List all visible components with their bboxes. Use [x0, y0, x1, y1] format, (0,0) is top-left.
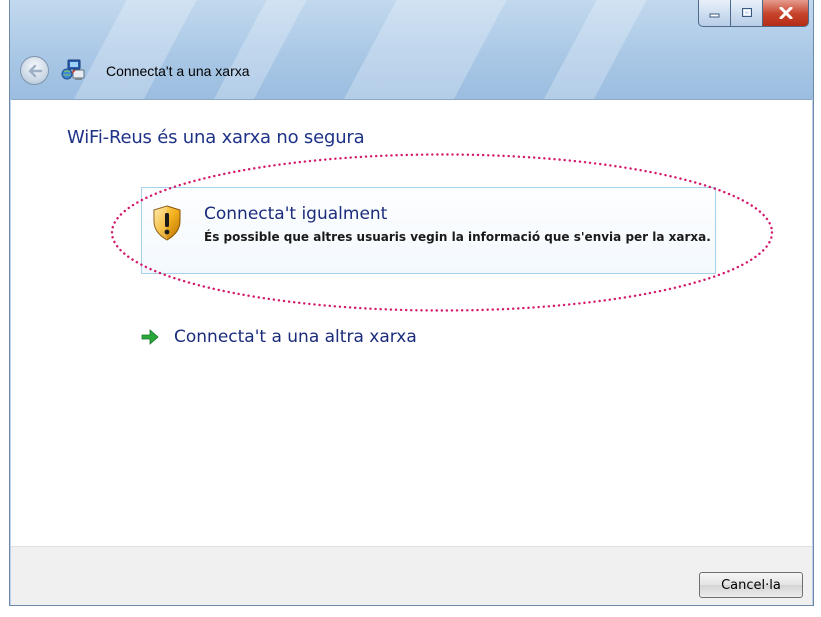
maximize-button[interactable]	[731, 0, 763, 27]
back-button[interactable]	[20, 56, 49, 85]
content-area: WiFi-Reus és una xarxa no segura Connect…	[11, 99, 812, 546]
connect-other-network-label: Connecta't a una altra xarxa	[174, 327, 417, 347]
network-icon	[61, 59, 85, 80]
connect-anyway-option[interactable]: Connecta't igualment És possible que alt…	[141, 187, 716, 274]
green-arrow-icon	[141, 329, 159, 345]
caption-buttons	[698, 0, 809, 27]
close-button[interactable]	[763, 0, 809, 27]
security-shield-icon	[153, 205, 181, 241]
cancel-button[interactable]: Cancel·la	[699, 572, 803, 598]
page-heading: WiFi-Reus és una xarxa no segura	[67, 127, 365, 148]
option-description: És possible que altres usuaris vegin la …	[204, 230, 711, 244]
navigation-row: Connecta't a una xarxa	[10, 52, 813, 90]
minimize-icon	[709, 13, 719, 17]
close-icon	[779, 6, 792, 19]
maximize-icon	[741, 8, 752, 17]
dialog-window: Connecta't a una xarxa WiFi-Reus és una …	[9, 0, 814, 606]
back-arrow-icon	[28, 64, 42, 77]
window-title: Connecta't a una xarxa	[106, 63, 250, 79]
connect-other-network-link[interactable]: Connecta't a una altra xarxa	[141, 327, 417, 347]
dialog-footer: Cancel·la	[11, 546, 812, 605]
option-title: Connecta't igualment	[204, 204, 388, 224]
title-bar: Connecta't a una xarxa	[10, 0, 813, 100]
minimize-button[interactable]	[698, 0, 731, 27]
